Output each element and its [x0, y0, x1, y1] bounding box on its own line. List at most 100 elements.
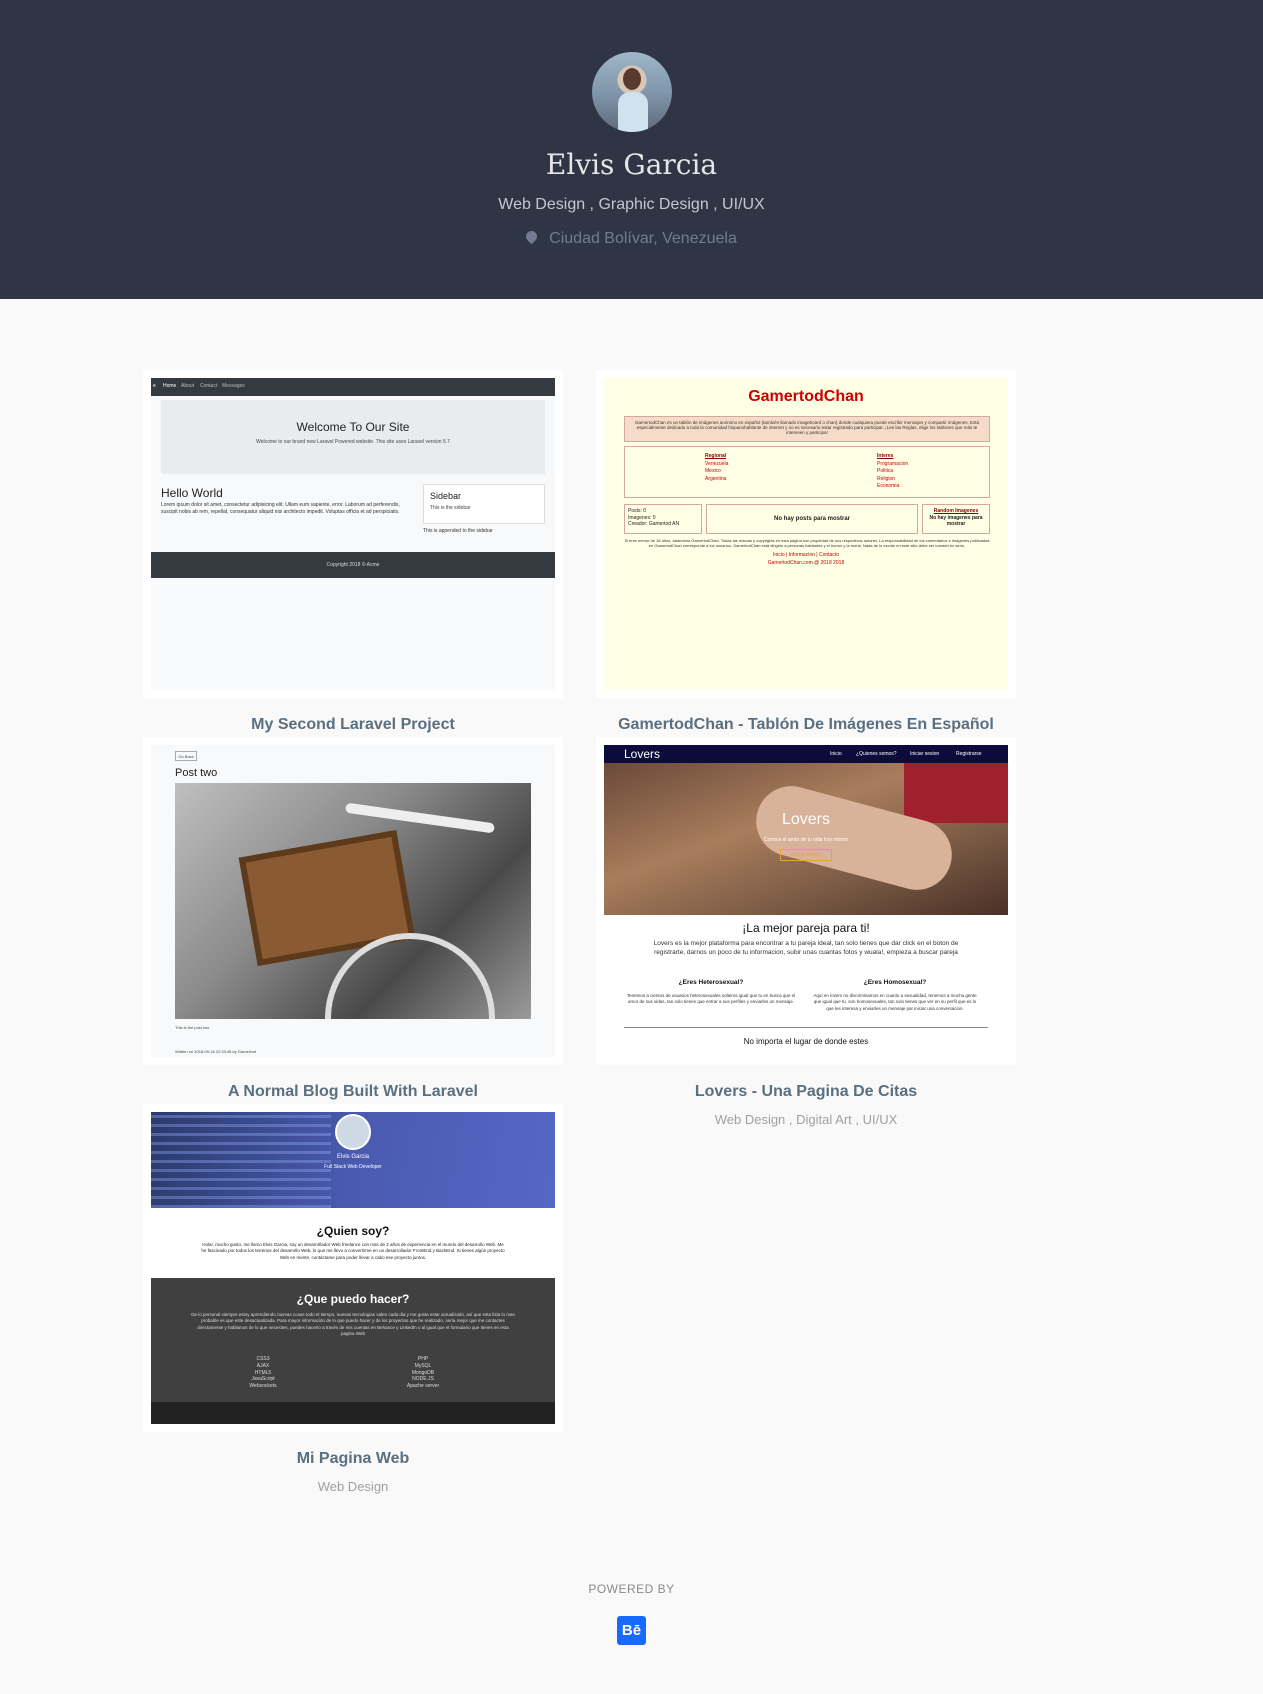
cover-stat: Posts: 0 — [628, 508, 647, 514]
cover-copy: GamertodChan.com @ 2018 2018 — [767, 559, 845, 566]
cover-board-item: Argentina — [705, 475, 727, 482]
cover-footer: Copyright 2018 © Acme — [151, 552, 555, 578]
cover-col1-title: ¿Eres Heterosexual? — [678, 979, 744, 986]
cover-links: Inicio | Informacion | Contacto Gamertod… — [604, 552, 1008, 567]
cover-hero-subtitle: Conoce el amor de tu vida hoy mismo — [764, 837, 848, 843]
cover-photo-handlebar — [345, 802, 495, 834]
cover-nav-item: About — [181, 383, 195, 389]
cover-nav-brand: Lovers — [624, 747, 661, 761]
cover-nav-item: Home — [163, 383, 177, 389]
project-title[interactable]: Lovers - Una Pagina De Citas — [596, 1083, 1016, 1101]
cover-skill: JavaScript — [251, 1376, 275, 1383]
project-card-laravel[interactable]: e Home About Contact Messages Welcome To… — [143, 370, 563, 698]
project-card-mi-pagina[interactable]: Elvis Garcia Full Stack Web Developer ¿Q… — [143, 1104, 563, 1432]
cover-skill: HTML5 — [254, 1369, 272, 1376]
cover-hero-button: Iniciar sesion — [780, 849, 832, 861]
cover-footer — [151, 1402, 555, 1424]
project-title[interactable]: My Second Laravel Project — [143, 716, 563, 734]
cover-stats: Posts: 0 Imagenes: 0 Creador: Gamertod A… — [624, 504, 702, 534]
project-cover-gamertodchan[interactable]: GamertodChan GamertodChan es un tablón d… — [604, 378, 1008, 690]
cover-nav-item: Messages — [222, 383, 245, 389]
cover-board-regional: Regional Venezuela Mexico Argentina — [705, 453, 728, 483]
profile-location-text: Ciudad Bolívar, Venezuela — [549, 230, 737, 247]
cover-question-1: ¿Quien soy? — [316, 1224, 390, 1238]
cover-written: Written on 2018-09-16 22:33:45 by GamerI… — [175, 1049, 257, 1054]
cover-lorem: Lorem ipsum dolor sit amet, consectetur … — [161, 502, 400, 515]
cover-question-2: ¿Que puedo hacer? — [296, 1292, 410, 1306]
cover-appended: This is appended to the sidebar — [423, 528, 493, 534]
cover-skill: MongoDB — [411, 1369, 435, 1376]
project-title[interactable]: GamertodChan - Tablón De Imágenes En Esp… — [596, 716, 1016, 734]
cover-stat: Imagenes: 0 — [628, 514, 656, 521]
profile-fields: Web Design , Graphic Design , UI/UX — [498, 196, 765, 213]
cover-nav-item: Iniciar sesion — [910, 751, 940, 757]
cover-col1-text: Tenemos a cientos de usuarios heterosexu… — [626, 993, 796, 1005]
cover-no-images: No hay imagenes para mostrar — [929, 514, 983, 528]
cover-bottom-text: No importa el lugar de donde estes — [743, 1037, 869, 1046]
cover-paragraph-1: Hola!, mucho gusto, me llamo Elvis Garci… — [201, 1242, 505, 1260]
cover-skills-section: ¿Que puedo hacer? De lo personal siempre… — [151, 1278, 555, 1402]
cover-board-item: Politica — [877, 468, 894, 474]
avatar[interactable] — [592, 52, 672, 132]
cover-divider — [624, 1027, 988, 1028]
cover-board-label: Regional — [705, 453, 727, 459]
cover-nav-item: Inicio — [830, 751, 842, 757]
cover-col2-text: Aquí en lovers no discriminamos en cuant… — [813, 993, 977, 1011]
cover-board-item: Mexico — [705, 468, 721, 474]
cover-skill: NODE.JS — [412, 1376, 434, 1383]
project-fields: Web Design — [317, 1479, 389, 1494]
cover-board-item: Economia — [877, 483, 900, 489]
avatar-head — [623, 68, 641, 90]
cover-hero: Elvis Garcia Full Stack Web Developer — [151, 1112, 555, 1208]
cover-board-interes: Interes Programacion Politica Religion E… — [877, 453, 908, 491]
project-card-blog[interactable]: Go Back Post two This is the post two Wr… — [143, 737, 563, 1065]
project-card-lovers[interactable]: Lovers Inicio ¿Quienes somos? Iniciar se… — [596, 737, 1016, 1065]
project-cover-mi-pagina[interactable]: Elvis Garcia Full Stack Web Developer ¿Q… — [151, 1112, 555, 1424]
cover-bicycle-photo — [175, 783, 531, 1019]
project-cover-blog[interactable]: Go Back Post two This is the post two Wr… — [151, 745, 555, 1057]
cover-caption: This is the post two — [175, 1025, 210, 1030]
cover-jumbo-title: Welcome To Our Site — [296, 420, 410, 434]
avatar-figure — [618, 92, 648, 132]
cover-col2-title: ¿Eres Homosexual? — [863, 979, 927, 986]
project-title[interactable]: Mi Pagina Web — [143, 1450, 563, 1468]
cover-role: Full Stack Web Developer — [324, 1164, 382, 1170]
project-fields: Web Design , Digital Art , UI/UX — [714, 1112, 898, 1127]
cover-hero: Lovers Conoce el amor de tu vida hoy mis… — [604, 763, 1008, 915]
cover-disclaimer: Si eres menor de 18 años, abandona Gamer… — [624, 538, 990, 548]
cover-back-button: Go Back — [175, 751, 197, 761]
cover-skill: CSS3 — [256, 1356, 270, 1362]
cover-jumbotron: Welcome To Our Site Welcome to our brand… — [161, 400, 545, 474]
cover-heading: GamertodChan — [748, 388, 864, 405]
cover-intro: Lovers es la mejor plataforma para encon… — [653, 940, 959, 957]
cover-no-posts: No hay posts para mostrar — [706, 504, 918, 534]
cover-nav-item: Contact — [200, 383, 218, 389]
cover-board-item: Venezuela — [705, 460, 729, 467]
project-title[interactable]: A Normal Blog Built With Laravel — [143, 1083, 563, 1101]
cover-board-item: Programacion — [877, 460, 909, 467]
project-card-gamertodchan[interactable]: GamertodChan GamertodChan es un tablón d… — [596, 370, 1016, 698]
project-cover-laravel[interactable]: e Home About Contact Messages Welcome To… — [151, 378, 555, 690]
cover-board-item: Religion — [877, 475, 896, 482]
behance-icon[interactable]: Bē — [617, 1616, 646, 1645]
cover-navbar: Lovers Inicio ¿Quienes somos? Iniciar se… — [604, 745, 1008, 763]
cover-skill: PHP — [417, 1356, 429, 1362]
powered-by: POWERED BY — [588, 1582, 675, 1596]
profile-location: Ciudad Bolívar, Venezuela — [0, 228, 1263, 248]
cover-skill-list-left: CSS3 AJAX HTML5 JavaScript Websockets — [223, 1356, 303, 1390]
cover-sidebar-text: This is the sidebar — [430, 505, 471, 511]
cover-sidebar-title: Sidebar — [430, 491, 462, 501]
cover-random-label: Random Imagenes — [933, 508, 979, 514]
project-cover-lovers[interactable]: Lovers Inicio ¿Quienes somos? Iniciar se… — [604, 745, 1008, 1057]
cover-stat: Creador: Gamertod AN — [628, 521, 680, 527]
cover-avatar — [335, 1114, 371, 1150]
cover-skill: MySQL — [414, 1362, 432, 1369]
cover-headline: ¡La mejor pareja para ti! — [742, 921, 870, 935]
cover-nav-item: ¿Quienes somos? — [856, 751, 897, 757]
cover-nav-item: Registrarse — [956, 751, 982, 757]
location-pin-icon — [523, 228, 540, 245]
cover-skill: Apache server — [406, 1383, 440, 1389]
cover-jumbo-text: Welcome to our brand new Laravel Powered… — [256, 439, 450, 445]
cover-heading: Hello World — [161, 486, 223, 500]
cover-skill-list-right: PHP MySQL MongoDB NODE.JS Apache server — [383, 1356, 463, 1390]
